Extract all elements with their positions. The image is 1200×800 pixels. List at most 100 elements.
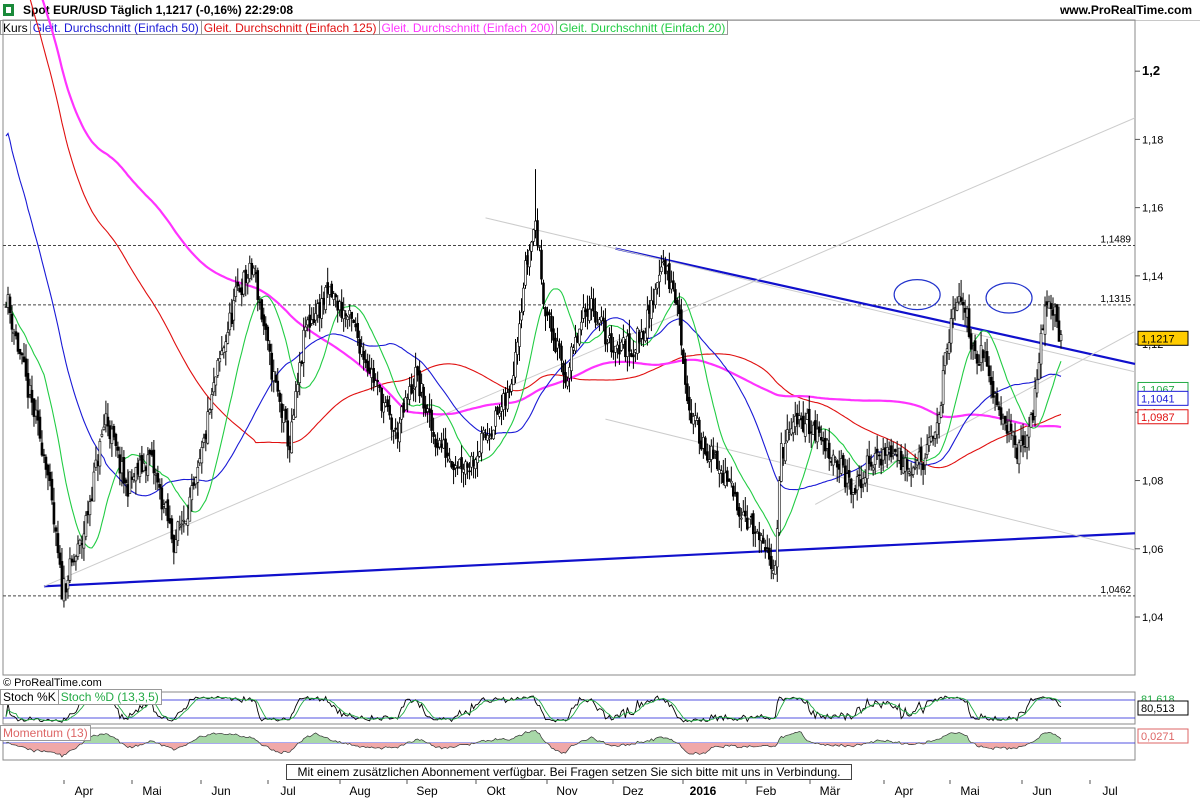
stochastic-panel[interactable]: 81,61880,513	[0, 690, 1200, 726]
stoch-k-label[interactable]: Stoch %K	[0, 689, 59, 705]
candle-body	[961, 302, 965, 306]
candle-body	[1049, 303, 1053, 309]
candle-body	[913, 466, 917, 469]
momentum-panel[interactable]: 0,0271	[0, 726, 1200, 762]
time-tick-label: Aug	[349, 784, 370, 798]
candle-body	[152, 449, 156, 474]
stoch-d-label[interactable]: Stoch %D (13,3,5)	[57, 689, 162, 705]
candle-body	[877, 454, 881, 457]
candle-body	[234, 286, 238, 297]
candle-body	[158, 484, 162, 488]
candle-body	[114, 433, 118, 446]
candle-body	[298, 362, 302, 383]
momentum-value: 0,0271	[1141, 731, 1175, 743]
candle-body	[1039, 332, 1043, 365]
price-chart[interactable]: 1,041,061,081,11,121,141,161,181,21,1489…	[0, 0, 1200, 690]
candle-body	[891, 453, 895, 456]
candle-body	[174, 539, 178, 554]
momentum-positive-area	[6, 730, 1062, 743]
candle-body	[747, 518, 751, 528]
candle-body	[869, 461, 873, 467]
candle-body	[740, 517, 743, 520]
last-price-tag: 1,1217	[1141, 333, 1175, 345]
candle-body	[973, 340, 977, 352]
candle-body	[350, 311, 353, 319]
candle-body	[268, 343, 272, 352]
candle-body	[817, 426, 821, 433]
candle-body	[102, 426, 106, 430]
candle-body	[995, 393, 999, 406]
candle-body	[610, 333, 613, 353]
time-tick-label: 2016	[690, 784, 717, 798]
price-tick-label: 1,08	[1142, 476, 1163, 488]
trendline-grey	[605, 418, 1136, 551]
candle-body	[857, 474, 861, 476]
candle-body	[206, 411, 210, 444]
candle-body	[498, 412, 501, 417]
candle-body	[388, 404, 391, 416]
candle-body	[346, 316, 349, 320]
candle-body	[290, 421, 294, 454]
candle-body	[446, 452, 449, 457]
candle-body	[841, 455, 845, 466]
candle-body	[344, 313, 347, 317]
candle-body	[658, 274, 661, 283]
candle-body	[196, 467, 200, 483]
candle-body	[146, 454, 150, 476]
candle-body	[947, 342, 951, 354]
candle-body	[751, 513, 755, 535]
candle-body	[302, 329, 306, 363]
copyright-label: © ProRealTime.com	[3, 677, 102, 689]
candle-body	[392, 430, 395, 432]
candle-body	[476, 455, 479, 463]
candle-body	[761, 537, 765, 544]
sma50-tag: 1,1041	[1141, 393, 1175, 405]
candle-body	[783, 442, 787, 462]
candle-body	[38, 416, 42, 439]
momentum-label[interactable]: Momentum (13)	[0, 725, 91, 741]
highlight-ellipse	[985, 282, 1033, 314]
candle-body	[456, 467, 459, 469]
candle-body	[334, 294, 337, 298]
candle-body	[304, 326, 308, 331]
price-tick-label: 1,16	[1142, 203, 1163, 215]
candle-body	[356, 323, 359, 339]
level-label: 1,1489	[1100, 234, 1131, 245]
candle-body	[560, 345, 563, 361]
candle-body	[522, 287, 525, 312]
candle-body	[216, 360, 220, 376]
level-label: 1,1315	[1100, 294, 1131, 305]
candle-body	[875, 448, 879, 453]
candle-body	[40, 442, 44, 456]
candle-body	[42, 454, 46, 457]
candle-body	[660, 266, 663, 272]
candle-body	[122, 457, 126, 484]
candle-body	[66, 579, 70, 590]
candle-body	[596, 323, 599, 326]
candle-body	[510, 383, 513, 392]
candle-body	[210, 394, 214, 410]
time-tick-label: Mär	[820, 784, 841, 798]
candle-body	[594, 311, 597, 323]
candle-body	[580, 321, 583, 331]
candle-body	[276, 380, 280, 392]
candle-body	[98, 440, 102, 467]
candle-body	[785, 429, 789, 442]
price-tick-label: 1,2	[1142, 63, 1160, 78]
candle-body	[448, 458, 451, 462]
sma125-tag: 1,0987	[1141, 412, 1175, 424]
candle-body	[1035, 379, 1039, 394]
candle-body	[632, 354, 635, 358]
candle-body	[646, 309, 649, 339]
time-tick-label: Nov	[556, 784, 577, 798]
candle-body	[176, 521, 180, 542]
candles	[4, 169, 1063, 608]
candle-body	[935, 422, 939, 436]
candle-body	[278, 392, 282, 402]
candle-body	[676, 299, 679, 305]
candle-body	[939, 405, 943, 418]
candle-body	[378, 384, 381, 388]
candle-body	[943, 352, 947, 367]
candle-body	[492, 429, 495, 440]
candle-body	[1013, 435, 1017, 446]
